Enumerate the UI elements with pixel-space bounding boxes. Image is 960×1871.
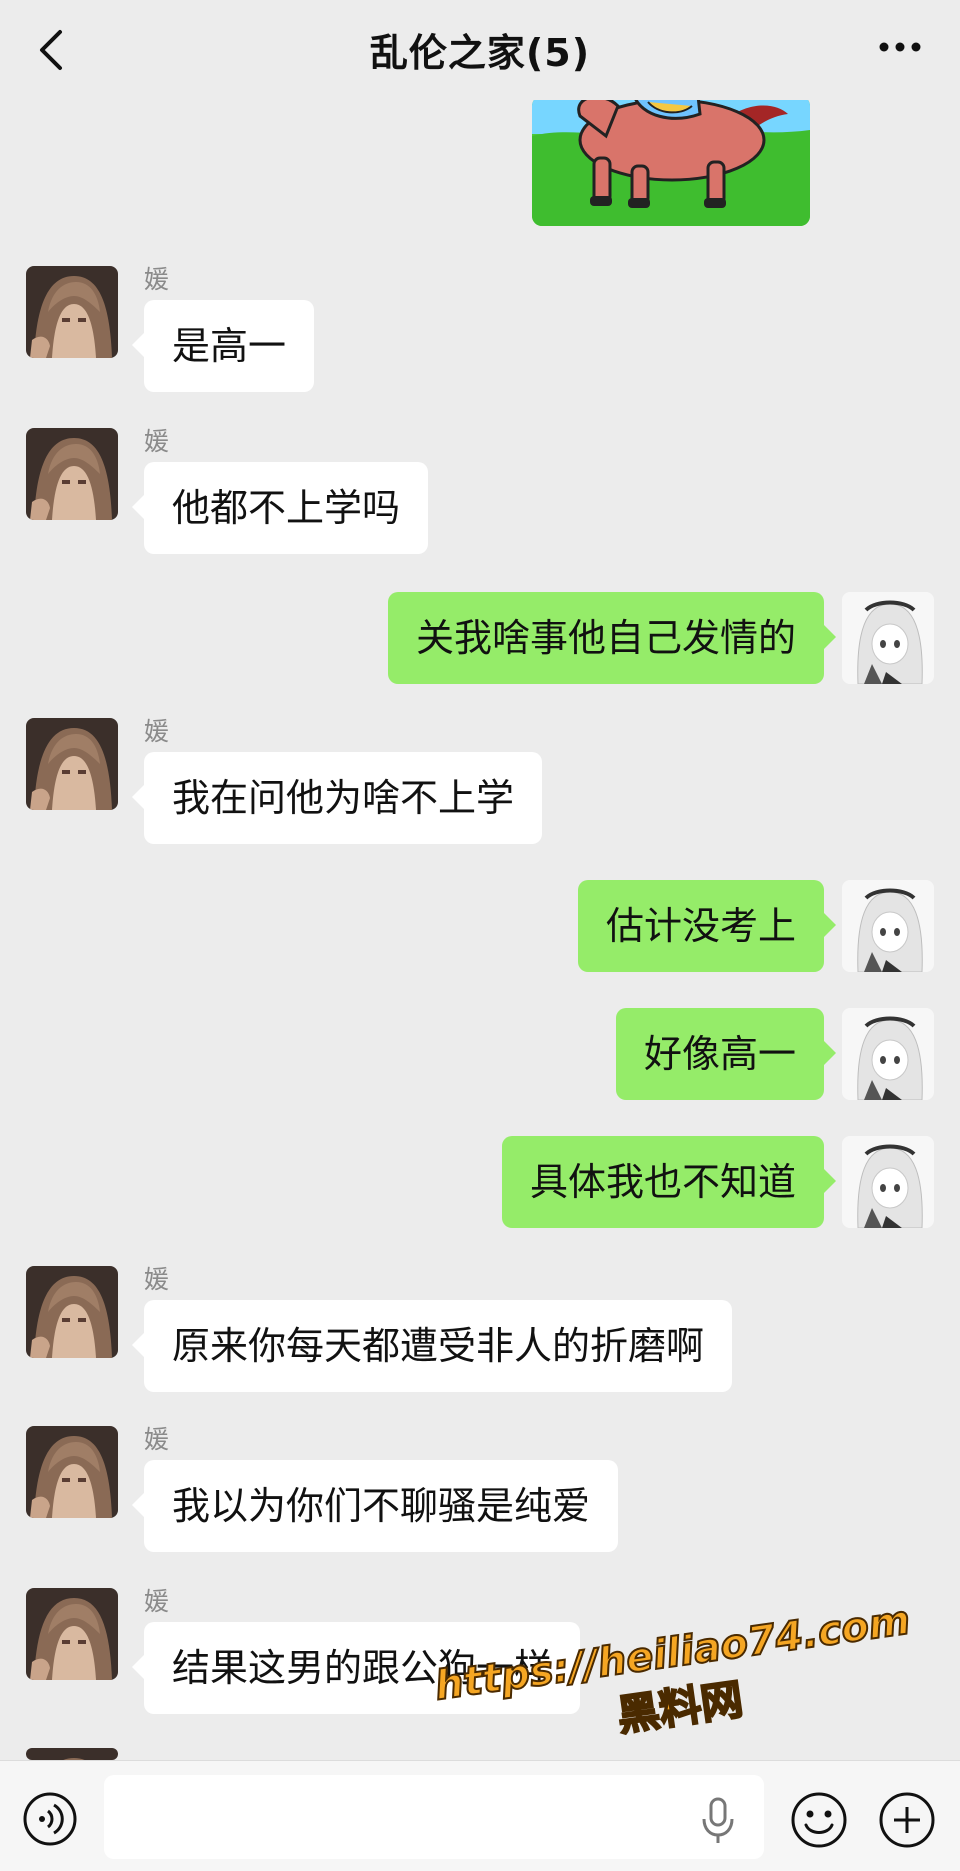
message-bubble-outgoing[interactable]: 关我啥事他自己发情的 [387,592,837,684]
avatar-girl-icon [26,1266,118,1358]
avatar-girl-icon [26,266,118,358]
chat-header: 乱伦之家(5) [0,0,960,100]
sender-name: 媛 [144,1425,170,1454]
avatar-girl-icon [26,1588,118,1680]
emoji-button[interactable] [790,1791,848,1849]
avatar-girl-icon [26,1748,118,1760]
voice-icon [23,1792,77,1846]
pony-sticker [532,96,810,226]
avatar-girl-icon [26,718,118,810]
avatar-girl-icon [26,428,118,520]
contact-avatar[interactable] [26,1266,118,1358]
contact-avatar[interactable] [26,428,118,520]
contact-avatar[interactable] [26,266,118,358]
message-bubble-incoming[interactable]: 是高一 [131,300,315,392]
avatar-white-girl-icon [842,592,934,684]
voice-button[interactable] [22,1791,78,1847]
microphone-icon [702,1797,734,1843]
my-avatar[interactable] [842,1136,934,1228]
contact-avatar[interactable] [26,718,118,810]
contact-avatar[interactable] [26,1748,118,1760]
my-avatar[interactable] [842,880,934,972]
avatar-girl-icon [26,1426,118,1518]
sender-name: 媛 [144,427,170,456]
my-avatar[interactable] [842,1008,934,1100]
message-input[interactable] [104,1775,764,1859]
emoji-icon [791,1792,847,1848]
message-bubble-outgoing[interactable]: 估计没考上 [577,880,837,972]
avatar-white-girl-icon [842,1008,934,1100]
message-bubble-outgoing[interactable]: 具体我也不知道 [501,1136,837,1228]
message-bubble-incoming[interactable]: 我在问他为啥不上学 [131,752,543,844]
message-bubble-incoming[interactable]: 他都不上学吗 [131,462,429,554]
plus-button[interactable] [878,1791,936,1849]
sticker-image[interactable] [532,96,810,226]
chat-title: 乱伦之家(5) [369,31,591,75]
avatar-white-girl-icon [842,1136,934,1228]
sender-name: 媛 [144,1265,170,1294]
message-bubble-incoming[interactable]: 我以为你们不聊骚是纯爱 [131,1460,619,1552]
avatar-white-girl-icon [842,880,934,972]
sender-name: 媛 [144,1587,170,1616]
sender-name: 媛 [144,265,170,294]
mic-button[interactable] [700,1797,736,1845]
plus-icon [879,1792,935,1848]
more-dots-icon [879,42,921,52]
more-button[interactable] [876,30,924,64]
message-bubble-outgoing[interactable]: 好像高一 [615,1008,837,1100]
sender-name: 媛 [144,717,170,746]
message-bubble-incoming[interactable]: 原来你每天都遭受非人的折磨啊 [131,1300,733,1392]
input-bar [0,1760,960,1871]
my-avatar[interactable] [842,592,934,684]
contact-avatar[interactable] [26,1588,118,1680]
contact-avatar[interactable] [26,1426,118,1518]
